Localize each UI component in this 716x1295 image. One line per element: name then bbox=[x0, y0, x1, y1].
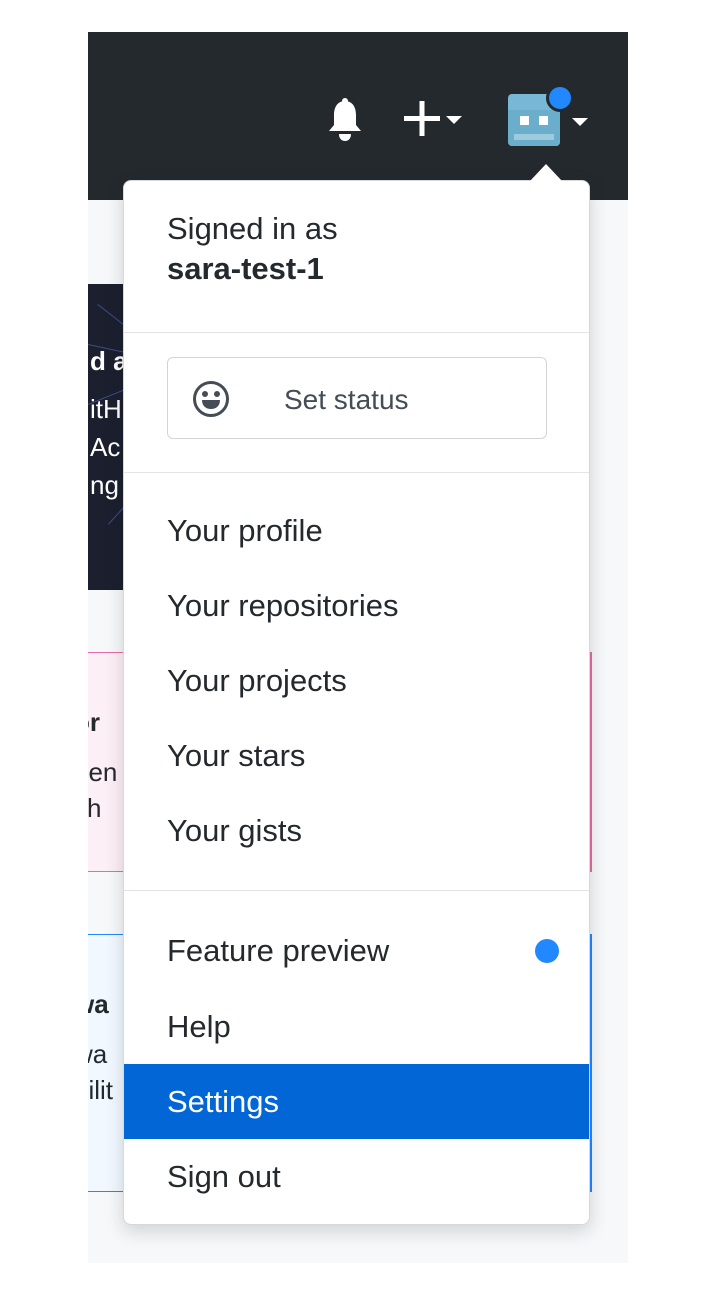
card-text-line: wa bbox=[88, 1039, 108, 1069]
card-text-line: bilit bbox=[88, 1075, 114, 1105]
hero-text-line: d a bbox=[90, 346, 128, 376]
menu-item-your-stars[interactable]: Your stars bbox=[124, 718, 589, 793]
caret-down-icon bbox=[572, 118, 588, 126]
bell-icon[interactable] bbox=[326, 98, 364, 142]
menu-divider bbox=[124, 890, 589, 891]
menu-item-your-profile[interactable]: Your profile bbox=[124, 493, 589, 568]
menu-item-feature-preview[interactable]: Feature preview bbox=[124, 913, 589, 988]
card-text-line: or bbox=[88, 707, 100, 737]
menu-item-sign-out[interactable]: Sign out bbox=[124, 1139, 589, 1214]
smiley-icon bbox=[192, 380, 230, 418]
set-status-button[interactable]: Set status bbox=[167, 357, 547, 439]
screenshot-stage: d a itH Ac ng or gen ith wa wa bilit Sig… bbox=[0, 0, 716, 1295]
menu-item-settings[interactable]: Settings bbox=[124, 1064, 589, 1139]
notification-indicator-dot bbox=[546, 84, 574, 112]
signed-in-header: Signed in as sara-test-1 bbox=[167, 211, 338, 287]
username: sara-test-1 bbox=[167, 251, 324, 286]
user-dropdown-menu: Signed in as sara-test-1 Set status Your… bbox=[123, 180, 590, 1225]
dropdown-caret-arrow bbox=[530, 164, 562, 181]
feature-preview-label: Feature preview bbox=[167, 933, 390, 968]
card-text-line: gen bbox=[88, 757, 118, 787]
new-feature-indicator-dot bbox=[535, 939, 559, 963]
card-text-line: wa bbox=[88, 989, 109, 1019]
caret-down-icon bbox=[446, 116, 462, 124]
menu-item-help[interactable]: Help bbox=[124, 989, 589, 1064]
create-new-dropdown[interactable] bbox=[404, 99, 468, 139]
menu-divider bbox=[124, 332, 589, 333]
menu-item-your-gists[interactable]: Your gists bbox=[124, 793, 589, 868]
hero-text-line: itH bbox=[90, 394, 122, 424]
menu-item-your-projects[interactable]: Your projects bbox=[124, 643, 589, 718]
hero-text-line: ng bbox=[90, 470, 119, 500]
menu-divider bbox=[124, 472, 589, 473]
set-status-label: Set status bbox=[284, 384, 409, 415]
menu-item-your-repositories[interactable]: Your repositories bbox=[124, 568, 589, 643]
user-menu-toggle[interactable] bbox=[508, 84, 594, 150]
signed-in-label: Signed in as bbox=[167, 211, 338, 246]
card-text-line: ith bbox=[88, 793, 102, 823]
hero-text-line: Ac bbox=[90, 432, 121, 462]
